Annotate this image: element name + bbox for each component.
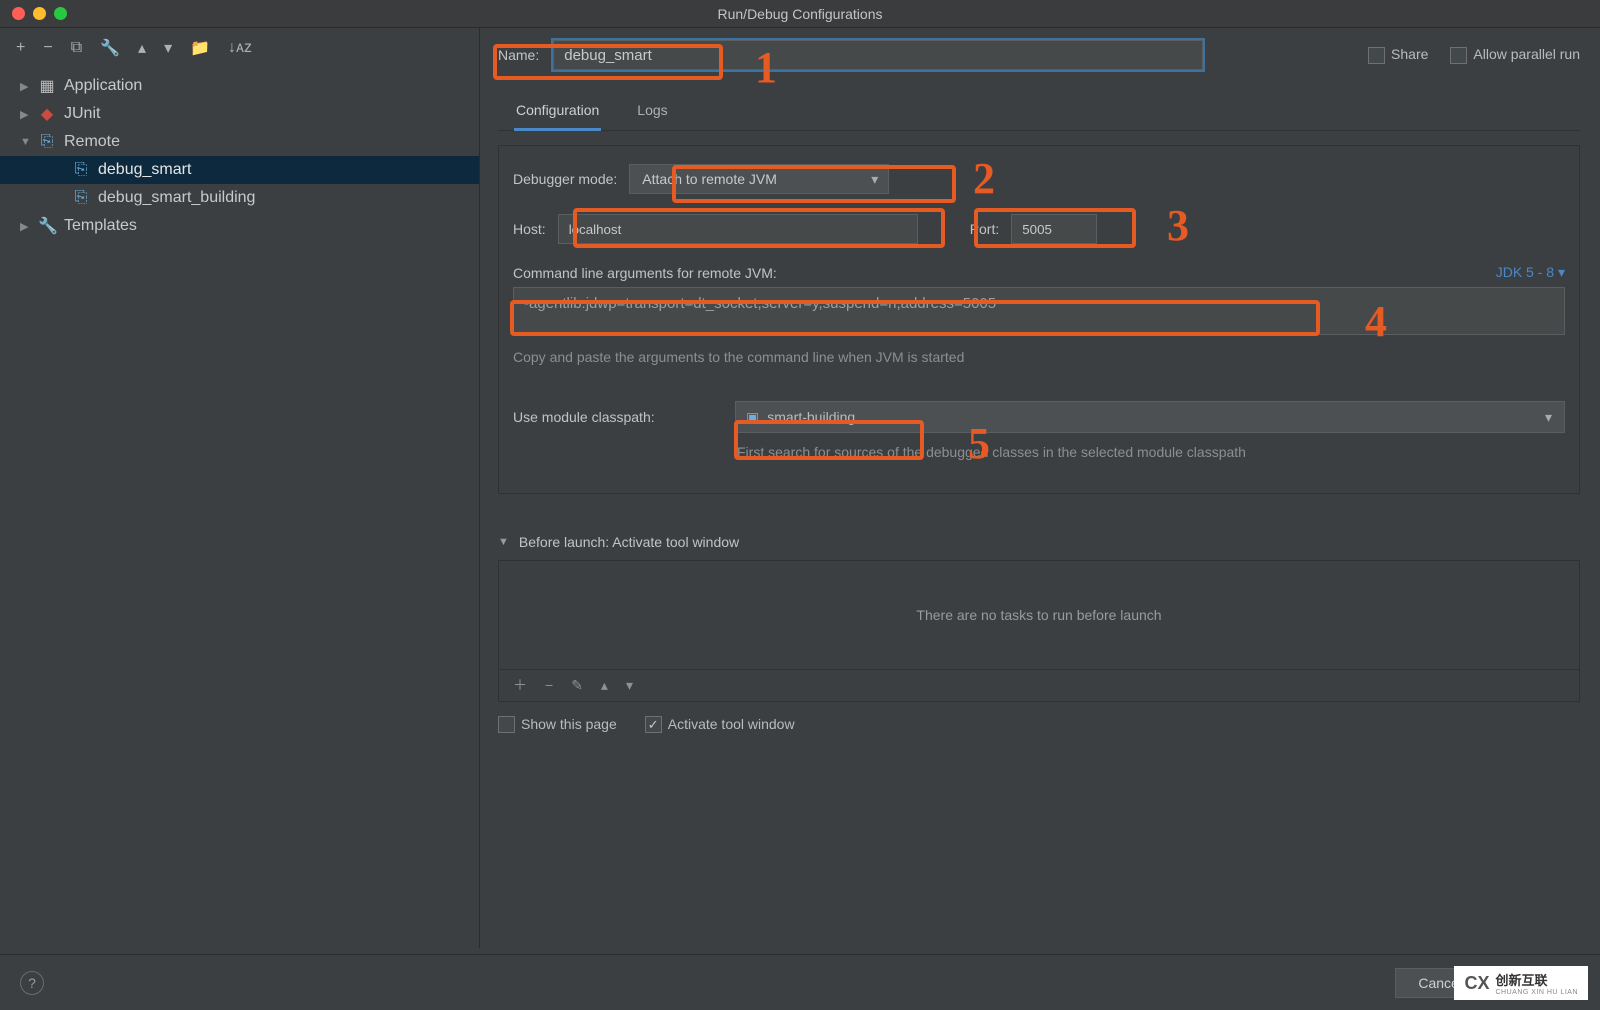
debugger-mode-value: Attach to remote JVM [642, 171, 777, 187]
watermark-logo-icon: CX [1464, 973, 1489, 994]
config-card: Debugger mode: Attach to remote JVM Host… [498, 145, 1580, 494]
module-hint: First search for sources of the debugged… [737, 443, 1257, 463]
name-input[interactable] [553, 40, 1203, 70]
cli-hint: Copy and paste the arguments to the comm… [513, 349, 1565, 365]
chevron-right-icon: ▶ [20, 220, 30, 233]
templates-icon: 🔧 [38, 216, 56, 236]
folder-icon[interactable]: 📁 [190, 38, 210, 58]
remote-run-icon: ⎘ [72, 189, 90, 207]
activate-window-checkbox[interactable]: Activate tool window [645, 716, 795, 734]
debugger-mode-row: Debugger mode: Attach to remote JVM [513, 164, 1565, 194]
junit-icon: ◆ [38, 104, 56, 124]
main-panel: Name: Share Allow parallel run Configura… [480, 28, 1600, 948]
before-launch-title: Before launch: Activate tool window [519, 534, 739, 550]
minimize-icon[interactable] [33, 7, 46, 20]
cli-label: Command line arguments for remote JVM: [513, 265, 777, 281]
show-page-label: Show this page [521, 716, 617, 732]
tree-node-remote[interactable]: ▼ ⎘ Remote [0, 128, 479, 156]
tree-label: JUnit [64, 105, 100, 123]
module-row: Use module classpath: ▣ smart-building [513, 401, 1565, 433]
activate-window-label: Activate tool window [668, 716, 795, 732]
copy-icon[interactable]: ⧉ [71, 39, 82, 57]
before-launch-body: There are no tasks to run before launch [498, 560, 1580, 670]
module-select[interactable]: ▣ smart-building [735, 401, 1565, 433]
jdk-link[interactable]: JDK 5 - 8 ▾ [1496, 264, 1565, 281]
parallel-label: Allow parallel run [1473, 46, 1580, 62]
tree-label: Templates [64, 217, 137, 235]
window-title: Run/Debug Configurations [718, 6, 883, 22]
tree-label: Application [64, 77, 142, 95]
module-value: smart-building [767, 409, 855, 425]
port-label: Port: [970, 221, 1000, 237]
host-input[interactable] [558, 214, 918, 244]
chevron-down-icon: ▼ [20, 136, 30, 148]
remote-icon: ⎘ [38, 133, 56, 151]
module-label: Use module classpath: [513, 409, 723, 425]
tab-configuration[interactable]: Configuration [514, 94, 601, 131]
chevron-down-icon: ▼ [498, 536, 509, 548]
watermark: CX 创新互联 CHUANG XIN HU LIAN [1454, 966, 1588, 1000]
titlebar: Run/Debug Configurations [0, 0, 1600, 28]
edit-icon[interactable]: ✎ [571, 677, 583, 694]
config-tree: ▶ ▦ Application ▶ ◆ JUnit ▼ ⎘ Remote ⎘ d… [0, 68, 479, 240]
before-launch-toolbar: ＋ − ✎ ▴ ▾ [498, 670, 1580, 702]
name-label: Name: [498, 47, 539, 63]
tree-item-debug-smart-building[interactable]: ⎘ debug_smart_building [0, 184, 479, 212]
options-checks: Share Allow parallel run [1368, 46, 1580, 64]
tree-item-label: debug_smart_building [98, 189, 255, 207]
remove-icon[interactable]: − [545, 677, 553, 693]
help-button[interactable]: ? [20, 971, 44, 995]
before-launch-header[interactable]: ▼ Before launch: Activate tool window [498, 534, 1580, 550]
chevron-right-icon: ▶ [20, 80, 30, 93]
before-launch: ▼ Before launch: Activate tool window Th… [498, 534, 1580, 734]
tab-logs[interactable]: Logs [635, 94, 669, 130]
cli-label-row: Command line arguments for remote JVM: J… [513, 264, 1565, 281]
add-icon[interactable]: + [16, 39, 25, 57]
sort-icon[interactable]: ↓ᴀᴢ [228, 39, 252, 57]
up-icon[interactable]: ▴ [601, 677, 608, 694]
sidebar-toolbar: + − ⧉ 🔧 ▴ ▾ 📁 ↓ᴀᴢ [0, 28, 479, 68]
tree-label: Remote [64, 133, 120, 151]
before-launch-empty: There are no tasks to run before launch [916, 607, 1161, 623]
debugger-mode-label: Debugger mode: [513, 171, 617, 187]
content: + − ⧉ 🔧 ▴ ▾ 📁 ↓ᴀᴢ ▶ ▦ Application ▶ ◆ JU… [0, 28, 1600, 948]
tree-node-junit[interactable]: ▶ ◆ JUnit [0, 100, 479, 128]
close-icon[interactable] [12, 7, 25, 20]
remote-run-icon: ⎘ [72, 161, 90, 179]
debugger-mode-select[interactable]: Attach to remote JVM [629, 164, 889, 194]
remove-icon[interactable]: − [43, 39, 52, 57]
tree-item-label: debug_smart [98, 161, 191, 179]
sidebar: + − ⧉ 🔧 ▴ ▾ 📁 ↓ᴀᴢ ▶ ▦ Application ▶ ◆ JU… [0, 28, 480, 948]
module-icon: ▣ [746, 409, 759, 426]
cli-arguments-box[interactable]: -agentlib:jdwp=transport=dt_socket,serve… [513, 287, 1565, 335]
window-controls [0, 7, 67, 20]
port-input[interactable] [1011, 214, 1097, 244]
host-label: Host: [513, 221, 546, 237]
before-launch-checks: Show this page Activate tool window [498, 716, 1580, 734]
host-port-row: Host: Port: [513, 214, 1565, 244]
parallel-checkbox[interactable]: Allow parallel run [1450, 46, 1580, 64]
name-row: Name: Share Allow parallel run [498, 40, 1580, 70]
footer: ? Cancel Apply [0, 954, 1600, 1010]
show-page-checkbox[interactable]: Show this page [498, 716, 617, 734]
cli-value: -agentlib:jdwp=transport=dt_socket,serve… [524, 295, 996, 312]
down-icon[interactable]: ▾ [626, 677, 633, 694]
watermark-brand: 创新互联 [1495, 970, 1578, 989]
maximize-icon[interactable] [54, 7, 67, 20]
add-icon[interactable]: ＋ [513, 675, 527, 695]
tree-node-templates[interactable]: ▶ 🔧 Templates [0, 212, 479, 240]
tree-node-application[interactable]: ▶ ▦ Application [0, 72, 479, 100]
tabs: Configuration Logs [498, 94, 1580, 131]
down-icon[interactable]: ▾ [164, 38, 172, 58]
chevron-right-icon: ▶ [20, 108, 30, 121]
watermark-sub: CHUANG XIN HU LIAN [1495, 989, 1578, 996]
share-label: Share [1391, 46, 1428, 62]
tree-item-debug-smart[interactable]: ⎘ debug_smart [0, 156, 479, 184]
share-checkbox[interactable]: Share [1368, 46, 1428, 64]
wrench-icon[interactable]: 🔧 [100, 38, 120, 58]
application-icon: ▦ [38, 76, 56, 96]
up-icon[interactable]: ▴ [138, 38, 146, 58]
